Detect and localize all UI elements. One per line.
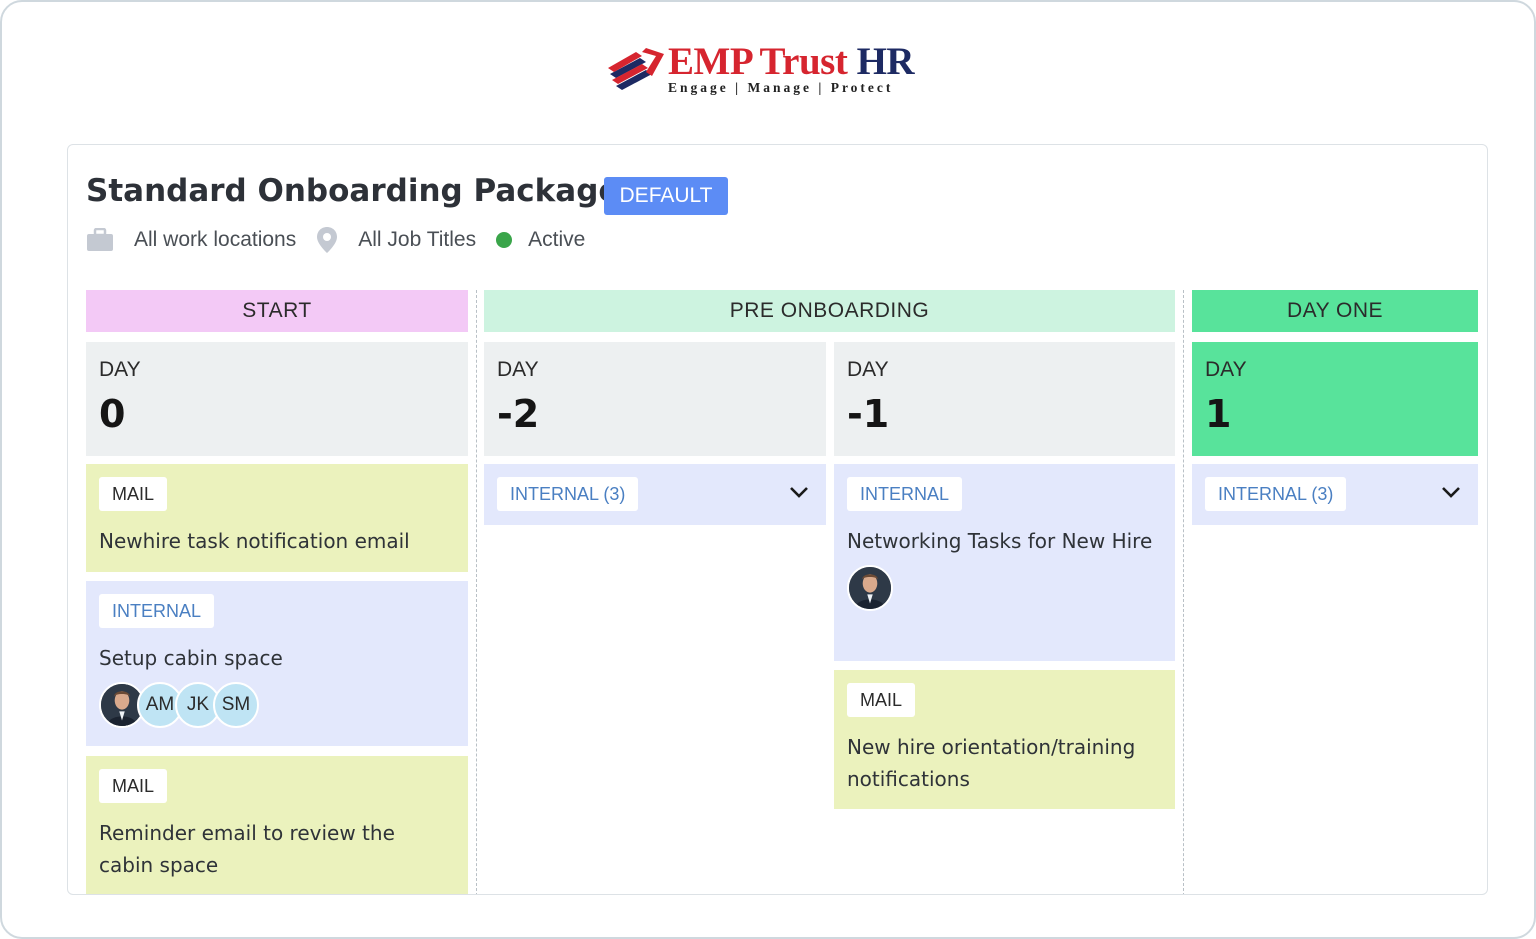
job-titles-text: All Job Titles — [358, 228, 476, 252]
day-header-minus-2: DAY -2 — [484, 342, 826, 456]
column-divider — [1183, 290, 1184, 895]
task-card[interactable]: INTERNAL Networking Tasks for New Hire — [834, 464, 1175, 661]
column-divider — [476, 290, 477, 895]
brand-tagline: Engage | Manage | Protect — [668, 80, 893, 96]
page-title: Standard Onboarding Package — [86, 173, 619, 209]
brand-name-primary: EMP Trust — [668, 40, 847, 83]
day-header-minus-1: DAY -1 — [834, 342, 1175, 456]
collapsed-task-group[interactable]: INTERNAL (3) — [484, 464, 826, 525]
task-card[interactable]: MAIL Reminder email to review the cabin … — [86, 756, 468, 895]
onboarding-package-card: Standard Onboarding Package DEFAULT All … — [67, 144, 1488, 895]
avatar[interactable] — [847, 565, 893, 611]
assignee-list — [847, 565, 1162, 611]
task-type-tag: MAIL — [847, 683, 915, 717]
day-header-1: DAY 1 — [1192, 342, 1478, 456]
day-label: DAY — [99, 356, 455, 384]
day-number: -2 — [497, 388, 813, 440]
user-photo-icon — [849, 567, 891, 609]
avatar[interactable]: SM — [213, 682, 259, 728]
chevron-down-icon[interactable] — [1440, 484, 1462, 500]
day-number: 0 — [99, 388, 455, 440]
status-dot-icon — [496, 232, 512, 248]
day-label: DAY — [1205, 356, 1465, 384]
task-type-tag: INTERNAL — [99, 594, 214, 628]
task-title: Newhire task notification email — [99, 525, 455, 557]
task-title: Setup cabin space — [99, 642, 455, 674]
day-label: DAY — [497, 356, 813, 384]
location-pin-icon — [316, 226, 338, 254]
day-label: DAY — [847, 356, 1162, 384]
work-locations-text: All work locations — [134, 228, 296, 252]
task-type-tag: MAIL — [99, 477, 167, 511]
task-type-tag: INTERNAL — [847, 477, 962, 511]
collapsed-task-group[interactable]: INTERNAL (3) — [1192, 464, 1478, 525]
phase-header-day-one: DAY ONE — [1192, 290, 1478, 332]
chevron-down-icon[interactable] — [788, 484, 810, 500]
default-badge: DEFAULT — [604, 177, 728, 215]
brand-name-secondary: HR — [857, 40, 915, 83]
brand-name: EMP Trust HR — [668, 42, 914, 82]
status-text: Active — [528, 228, 585, 252]
phase-header-start: START — [86, 290, 468, 332]
task-type-tag: MAIL — [99, 769, 167, 803]
task-group-tag: INTERNAL (3) — [497, 477, 638, 511]
task-title: Networking Tasks for New Hire — [847, 525, 1162, 557]
logo-mark-icon — [606, 46, 666, 92]
task-card[interactable]: MAIL New hire orientation/training notif… — [834, 670, 1175, 809]
day-number: -1 — [847, 388, 1162, 440]
task-group-tag: INTERNAL (3) — [1205, 477, 1346, 511]
app-window: EMP Trust HR Engage | Manage | Protect S… — [0, 0, 1536, 939]
task-card[interactable]: MAIL Newhire task notification email — [86, 464, 468, 572]
task-card[interactable]: INTERNAL Setup cabin space AM JK SM — [86, 581, 468, 746]
task-title: New hire orientation/training notificati… — [847, 731, 1162, 795]
brand-logo: EMP Trust HR Engage | Manage | Protect — [606, 42, 936, 98]
day-header-0: DAY 0 — [86, 342, 468, 456]
day-number: 1 — [1205, 388, 1465, 440]
package-meta: All work locations All Job Titles Active — [86, 225, 605, 255]
briefcase-icon — [86, 228, 114, 252]
task-title: Reminder email to review the cabin space — [99, 817, 455, 881]
assignee-list: AM JK SM — [99, 682, 455, 728]
phase-header-pre-onboarding: PRE ONBOARDING — [484, 290, 1175, 332]
